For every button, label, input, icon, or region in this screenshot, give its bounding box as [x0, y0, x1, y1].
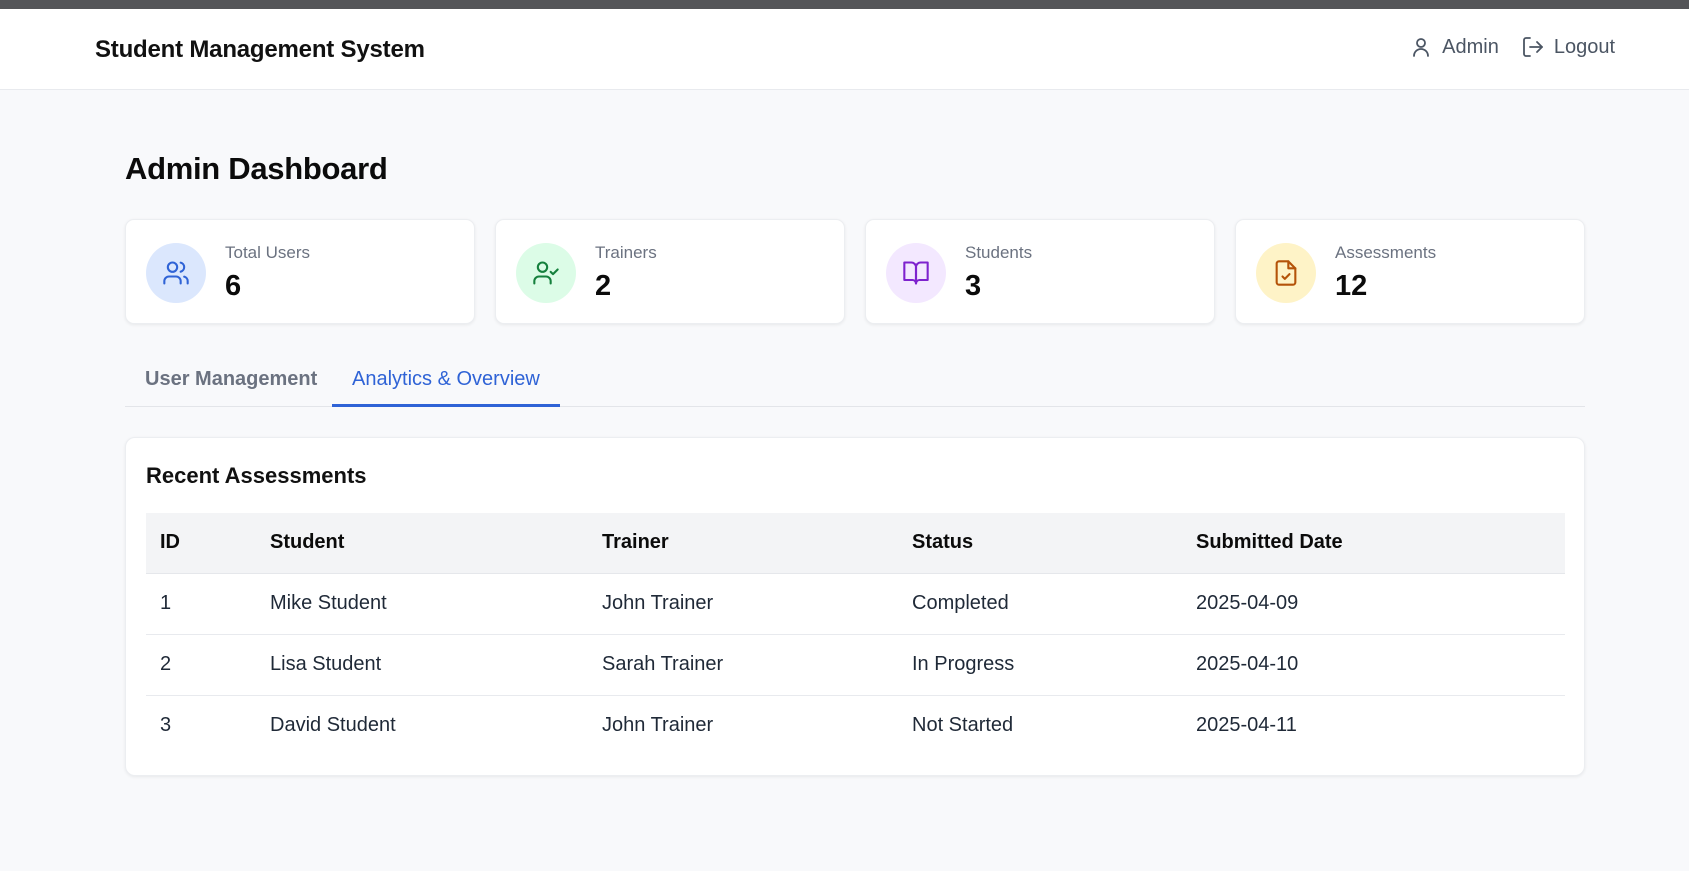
- cell-id: 1: [146, 573, 256, 635]
- header-actions: Admin Logout: [1409, 35, 1615, 59]
- column-header-student: Student: [256, 513, 588, 574]
- cell-student: David Student: [270, 714, 396, 737]
- cell-status: Completed: [898, 573, 1182, 635]
- cell-student: Mike Student: [256, 573, 588, 635]
- stat-value: 2: [595, 270, 612, 302]
- app-title: Student Management System: [95, 36, 425, 63]
- stat-card-trainers: Trainers 2: [495, 219, 845, 324]
- cell-trainer: John Trainer: [602, 714, 714, 737]
- stat-icon-circle: [516, 243, 576, 303]
- stat-card-total-users: Total Users 6: [125, 219, 475, 324]
- cell-status: Not Started: [912, 714, 1014, 737]
- stat-value: 3: [965, 270, 982, 302]
- logout-button[interactable]: Logout: [1521, 35, 1615, 59]
- logout-label: Logout: [1553, 35, 1615, 58]
- cell-trainer: Sarah Trainer: [588, 634, 898, 696]
- stat-icon-circle: [1256, 243, 1316, 303]
- stat-label: Assessments: [1335, 243, 1437, 262]
- page-title: Admin Dashboard: [125, 151, 388, 186]
- stat-value: 12: [1335, 270, 1368, 302]
- column-header-trainer: Trainer: [588, 513, 898, 574]
- admin-user-link[interactable]: Admin: [1409, 35, 1499, 59]
- tab-user-management[interactable]: User Management: [125, 354, 337, 407]
- user-check-icon: [533, 261, 559, 285]
- admin-label: Admin: [1442, 35, 1499, 58]
- cell-trainer: John Trainer: [588, 573, 898, 635]
- cell-id: 2: [146, 634, 256, 696]
- app-header: Student Management System Admin Logout: [0, 9, 1689, 90]
- column-header-submitted-date: Submitted Date: [1182, 513, 1565, 574]
- cell-submitted-date: 2025-04-10: [1182, 634, 1565, 696]
- stat-icon-circle: [146, 243, 206, 303]
- stat-icon-circle: [886, 243, 946, 303]
- file-check-icon: [1275, 260, 1297, 286]
- table-row: 1 Mike Student John Trainer Completed 20…: [146, 573, 1565, 635]
- panel-title: Recent Assessments: [146, 463, 367, 488]
- users-icon: [163, 261, 189, 285]
- stat-label: Students: [965, 243, 1033, 262]
- cell-status: In Progress: [898, 634, 1182, 696]
- user-icon: [1413, 38, 1430, 57]
- table-header-row: ID Student Trainer Status Submitted Date: [146, 513, 1565, 574]
- stat-value: 6: [225, 270, 242, 302]
- cell-student: Lisa Student: [256, 634, 588, 696]
- tab-analytics-overview[interactable]: Analytics & Overview: [332, 354, 560, 407]
- recent-assessments-panel: Recent Assessments ID Student Trainer St…: [125, 437, 1585, 776]
- dashboard-tabs: User Management Analytics & Overview: [125, 354, 1585, 407]
- stat-card-students: Students 3: [865, 219, 1215, 324]
- column-header-id: ID: [146, 513, 256, 574]
- cell-submitted-date: 2025-04-11: [1196, 714, 1297, 737]
- window-top-strip: [0, 0, 1689, 9]
- cell-submitted-date: 2025-04-09: [1182, 573, 1565, 635]
- cell-id: 3: [160, 714, 172, 737]
- stat-card-assessments: Assessments 12: [1235, 219, 1585, 324]
- table-row: 2 Lisa Student Sarah Trainer In Progress…: [146, 634, 1565, 696]
- book-open-icon: [903, 261, 929, 285]
- stat-label: Trainers: [595, 243, 657, 262]
- table-row: 3 David Student John Trainer Not Started…: [146, 695, 1565, 756]
- logout-icon: [1522, 37, 1543, 57]
- stat-label: Total Users: [225, 243, 311, 262]
- stats-cards: Total Users 6 Trainers 2 Students 3 Asse…: [125, 219, 1585, 324]
- column-header-status: Status: [898, 513, 1182, 574]
- recent-assessments-table: ID Student Trainer Status Submitted Date…: [146, 513, 1565, 756]
